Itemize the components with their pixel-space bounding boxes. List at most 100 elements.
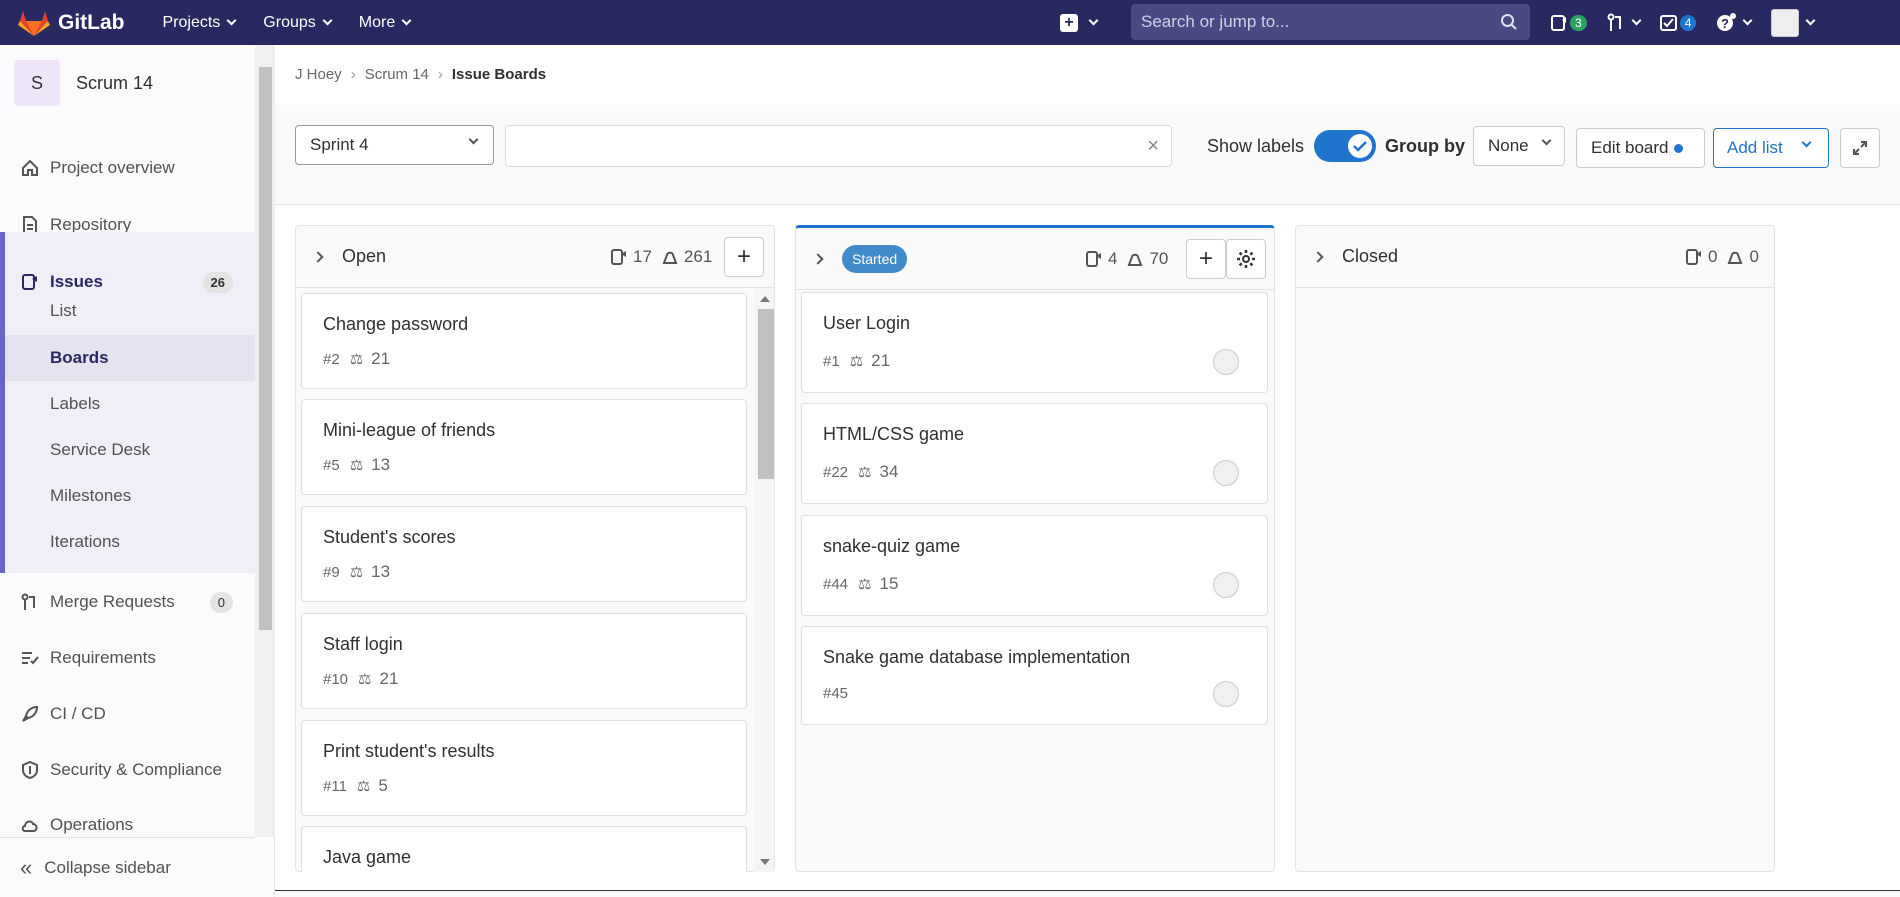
issue-card[interactable]: snake-quiz game #44 ⚖ 15 [801, 515, 1268, 616]
user-menu[interactable] [1771, 8, 1816, 37]
gitlab-logo-icon [18, 10, 50, 36]
clear-icon[interactable]: × [1147, 135, 1159, 158]
issue-title[interactable]: Snake game database implementation [823, 647, 1130, 668]
issue-title[interactable]: Mini-league of friends [323, 420, 495, 441]
issue-title[interactable]: Change password [323, 314, 468, 335]
more-menu[interactable]: More [358, 13, 412, 32]
issue-meta: #2 ⚖ 21 [323, 349, 390, 369]
help-nav-button[interactable]: ? [1716, 12, 1753, 33]
chevron-right-icon[interactable] [1312, 250, 1324, 263]
sidebar-scrollbar[interactable] [255, 45, 275, 837]
fullscreen-button[interactable] [1840, 128, 1880, 168]
issue-title[interactable]: snake-quiz game [823, 536, 960, 557]
issue-title[interactable]: Print student's results [323, 741, 495, 762]
sidebar-sub-item-iterations[interactable]: Iterations [50, 532, 120, 552]
list-settings-button[interactable] [1226, 239, 1266, 279]
issue-card[interactable]: Staff login #10 ⚖ 21 [301, 613, 747, 709]
issue-title[interactable]: HTML/CSS game [823, 424, 964, 445]
project-header[interactable]: S Scrum 14 [14, 60, 153, 106]
breadcrumb-current[interactable]: Issue Boards [452, 66, 546, 83]
sidebar-item-merge-requests[interactable]: Merge Requests 0 [0, 579, 255, 625]
assignee-avatar[interactable] [1213, 460, 1239, 486]
show-labels-toggle[interactable] [1314, 130, 1376, 162]
scroll-up-arrow-icon[interactable] [760, 296, 770, 302]
chevron-down-icon [226, 15, 237, 26]
breadcrumb-user[interactable]: J Hoey [295, 66, 342, 83]
sidebar-scrollbar-thumb[interactable] [259, 67, 272, 630]
issue-card[interactable]: Snake game database implementation #45 [801, 626, 1268, 725]
issue-card[interactable]: Print student's results #11 ⚖ 5 [301, 720, 747, 816]
assignee-avatar[interactable] [1213, 572, 1239, 598]
issues-nav-button[interactable]: 3 [1550, 14, 1587, 32]
sidebar-item-security[interactable]: Security & Compliance [0, 747, 255, 793]
list-scrollbar[interactable] [754, 289, 774, 872]
sidebar-item-label: Requirements [50, 648, 156, 667]
more-label: More [358, 13, 396, 31]
gitlab-home-link[interactable]: GitLab [18, 10, 125, 36]
weight-icon: ⚖ [858, 576, 872, 593]
edit-board-label: Edit board [1591, 138, 1669, 157]
groups-menu[interactable]: Groups [263, 14, 333, 32]
scroll-down-arrow-icon[interactable] [760, 859, 770, 865]
merge-request-icon [1607, 13, 1621, 31]
issue-card[interactable]: HTML/CSS game #22 ⚖ 34 [801, 403, 1268, 504]
weight-icon: ⚖ [858, 464, 872, 481]
new-issue-button[interactable]: + [724, 237, 764, 277]
issue-title[interactable]: Staff login [323, 634, 403, 655]
issue-weight: 21 [379, 669, 399, 688]
sidebar-item-label: Operations [50, 815, 134, 834]
sidebar-item-requirements[interactable]: Requirements [0, 635, 255, 681]
search-input[interactable]: Search or jump to... [1131, 4, 1530, 40]
issue-card[interactable]: Java game [301, 826, 747, 872]
nav-icons: 3 4 ? [1550, 0, 1834, 45]
issue-id: #2 [323, 350, 340, 368]
chevron-right-icon[interactable] [312, 250, 324, 263]
add-list-button[interactable]: Add list [1713, 128, 1829, 168]
sidebar-item-label: CI / CD [50, 704, 106, 723]
sidebar-sub-item-labels[interactable]: Labels [50, 394, 100, 414]
merge-request-icon [20, 592, 40, 612]
sidebar-sub-item-milestones[interactable]: Milestones [50, 486, 131, 506]
board-selector[interactable]: Sprint 4 [295, 125, 494, 165]
sidebar-sub-item-service-desk[interactable]: Service Desk [50, 440, 150, 460]
new-dropdown[interactable]: + [1060, 0, 1099, 45]
assignee-avatar[interactable] [1213, 681, 1239, 707]
sidebar-sub-item-boards[interactable]: Boards [50, 348, 109, 368]
issue-card[interactable]: Student's scores #9 ⚖ 13 [301, 506, 747, 602]
issue-title[interactable]: Student's scores [323, 527, 456, 548]
user-avatar [1771, 8, 1800, 37]
collapse-sidebar-button[interactable]: « Collapse sidebar [0, 837, 255, 897]
weight-icon: ⚖ [349, 457, 364, 474]
group-by-select[interactable]: None [1473, 126, 1565, 166]
issue-title[interactable]: User Login [823, 313, 910, 334]
chevron-down-icon [1088, 15, 1099, 26]
check-icon [1348, 134, 1372, 158]
issue-card[interactable]: Change password #2 ⚖ 21 [301, 293, 747, 389]
sidebar-item-cicd[interactable]: CI / CD [0, 691, 255, 737]
sidebar-item-project-overview[interactable]: Project overview [0, 145, 255, 191]
issue-weight: 34 [879, 462, 899, 481]
assignee-avatar[interactable] [1213, 349, 1239, 375]
list-scrollbar-thumb[interactable] [758, 309, 774, 479]
started-label-pill[interactable]: Started [842, 244, 908, 273]
issue-meta: #44 ⚖ 15 [823, 574, 898, 594]
chevron-right-icon[interactable] [812, 252, 824, 265]
sidebar-item-issues[interactable]: Issues 26 [0, 259, 255, 305]
edit-board-button[interactable]: Edit board [1576, 128, 1705, 168]
breadcrumb-project[interactable]: Scrum 14 [365, 66, 429, 83]
projects-menu[interactable]: Projects [163, 14, 237, 32]
collapse-sidebar-label: Collapse sidebar [44, 857, 171, 877]
issue-card[interactable]: User Login #1 ⚖ 21 [801, 292, 1268, 393]
filter-search-input[interactable]: × [505, 125, 1172, 167]
issue-weight: 13 [371, 455, 391, 474]
new-issue-button[interactable]: + [1186, 239, 1226, 279]
issue-title[interactable]: Java game [323, 847, 411, 868]
issue-id: #11 [323, 777, 347, 795]
board-list-started: Started 4 70 + User Login #1 ⚖ 21 HTML/C… [795, 225, 1275, 872]
todos-nav-button[interactable]: 4 [1659, 14, 1697, 32]
merge-requests-nav-button[interactable] [1607, 13, 1642, 33]
boards-active-highlight [5, 335, 255, 381]
issue-card[interactable]: Mini-league of friends #5 ⚖ 13 [301, 399, 747, 495]
sidebar-sub-item-list[interactable]: List [50, 301, 76, 321]
mr-count-badge: 0 [209, 591, 233, 613]
